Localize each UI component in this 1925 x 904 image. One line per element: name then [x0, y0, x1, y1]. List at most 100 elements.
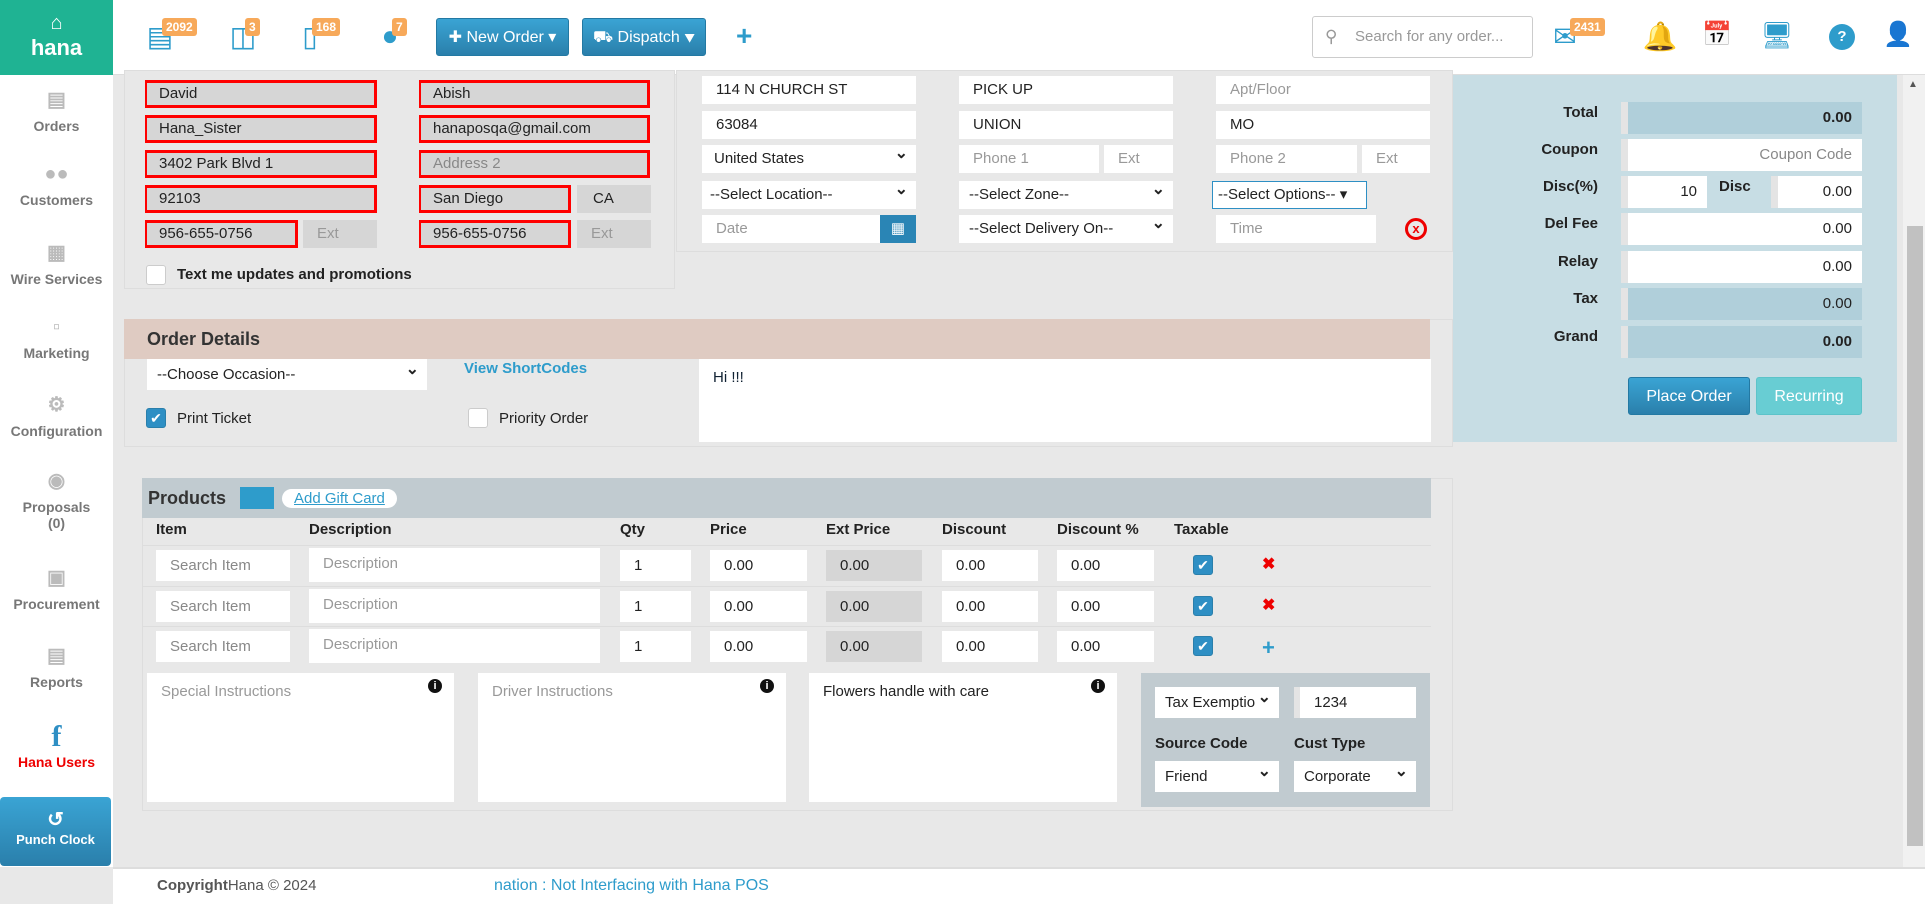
discount-pct-input[interactable]: 0.00 — [1057, 631, 1154, 662]
discount-input[interactable]: 0.00 — [942, 591, 1038, 622]
recurring-button[interactable]: Recurring — [1756, 377, 1862, 415]
add-row-icon[interactable]: + — [1262, 635, 1275, 661]
item-search-input[interactable]: Search Item — [156, 591, 290, 622]
sidebar-item-configuration[interactable]: ⚙ Configuration — [0, 392, 113, 439]
new-order-button[interactable]: ✚ New Order ▾ — [436, 18, 569, 56]
print-ticket-checkbox[interactable]: ✔ — [146, 408, 166, 428]
card-instructions-textarea[interactable]: Flowers handle with care i — [809, 673, 1117, 802]
price-input[interactable]: 0.00 — [710, 550, 807, 581]
scroll-up-icon[interactable]: ▲ — [1908, 79, 1918, 90]
state-field[interactable]: CA — [577, 185, 651, 213]
qty-input[interactable]: 1 — [620, 550, 691, 581]
zone-select[interactable]: --Select Zone-- — [959, 181, 1173, 209]
description-textarea[interactable]: Description — [309, 629, 600, 663]
description-textarea[interactable]: Description — [309, 589, 600, 623]
recipient-zip-field[interactable]: 63084 — [702, 111, 916, 139]
info-icon[interactable]: i — [1091, 679, 1105, 693]
sidebar-item-orders[interactable]: ▤ Orders — [0, 87, 113, 134]
special-instructions-textarea[interactable]: Special Instructions i — [147, 673, 454, 802]
description-textarea[interactable]: Description — [309, 548, 600, 582]
add-button[interactable]: + — [736, 20, 752, 52]
help-icon[interactable]: ? — [1829, 24, 1855, 50]
dispatch-button[interactable]: ⛟ Dispatch ▾ — [582, 18, 706, 56]
card-message-textarea[interactable]: Hi !!! — [699, 359, 1431, 442]
recipient-phone2-field[interactable]: Phone 2 — [1216, 145, 1357, 173]
zip-field[interactable]: 92103 — [145, 185, 377, 213]
location-select[interactable]: --Select Location-- — [702, 181, 916, 209]
qty-input[interactable]: 1 — [620, 631, 691, 662]
view-shortcodes-link[interactable]: View ShortCodes — [464, 360, 587, 377]
address1-field[interactable]: 3402 Park Blvd 1 — [145, 150, 377, 178]
home-logo[interactable]: ⌂ hana — [0, 0, 113, 75]
punch-clock-button[interactable]: ↺ Punch Clock — [0, 797, 111, 866]
scrollbar-thumb[interactable] — [1907, 226, 1923, 846]
info-icon[interactable]: i — [428, 679, 442, 693]
price-input[interactable]: 0.00 — [710, 591, 807, 622]
driver-instructions-textarea[interactable]: Driver Instructions i — [478, 673, 786, 802]
source-code-select[interactable]: Friend — [1155, 761, 1279, 792]
tax-exemption-select[interactable]: Tax Exemptio — [1155, 687, 1279, 718]
relay-input[interactable]: 0.00 — [1621, 251, 1862, 283]
basket-icon[interactable]: ◫ 3 — [223, 18, 263, 56]
disc-pct-input[interactable]: 10 — [1621, 176, 1707, 208]
orders-stack-icon[interactable]: ▤ 2092 — [140, 18, 197, 56]
cust-type-select[interactable]: Corporate — [1294, 761, 1416, 792]
recipient-state-field[interactable]: MO — [1216, 111, 1430, 139]
first-name-field[interactable]: David — [145, 80, 377, 108]
email-field[interactable]: hanaposqa@gmail.com — [419, 115, 650, 143]
occasion-select[interactable]: --Choose Occasion-- — [147, 359, 427, 390]
address2-field[interactable]: Address 2 — [419, 150, 650, 178]
phone2-ext-field[interactable]: Ext — [577, 220, 651, 248]
sidebar-item-procurement[interactable]: ▣ Procurement — [0, 565, 113, 612]
sidebar-item-marketing[interactable]: ▫ Marketing — [0, 316, 113, 361]
sidebar-item-proposals[interactable]: ◉ Proposals (0) — [0, 468, 113, 531]
phone1-ext-field[interactable]: Ext — [303, 220, 377, 248]
priority-order-checkbox[interactable] — [468, 408, 488, 428]
sidebar-item-wire-services[interactable]: ▦ Wire Services — [0, 240, 113, 287]
calendar-icon[interactable]: 📅 — [1697, 20, 1737, 56]
sidebar-item-hana-users[interactable]: f Hana Users — [0, 720, 113, 770]
phone2-field[interactable]: 956-655-0756 — [419, 220, 571, 248]
del-fee-input[interactable]: 0.00 — [1621, 213, 1862, 245]
disc-input[interactable]: 0.00 — [1771, 176, 1862, 208]
chat-icon[interactable]: ● 7 — [370, 18, 410, 56]
search-input[interactable]: ⚲ Search for any order... — [1312, 16, 1533, 58]
coupon-input[interactable]: Coupon Code — [1621, 139, 1862, 171]
city-field[interactable]: San Diego — [419, 185, 571, 213]
text-updates-checkbox[interactable] — [146, 265, 166, 285]
taxable-checkbox[interactable]: ✔ — [1193, 596, 1213, 616]
country-select[interactable]: United States — [702, 145, 916, 173]
tablet-icon[interactable]: ▯ 168 — [290, 18, 341, 56]
company-field[interactable]: Hana_Sister — [145, 115, 377, 143]
remove-row-icon[interactable]: ✖ — [1262, 595, 1275, 615]
tax-exemption-number[interactable]: 1234 — [1294, 687, 1416, 718]
discount-input[interactable]: 0.00 — [942, 631, 1038, 662]
taxable-checkbox[interactable]: ✔ — [1193, 555, 1213, 575]
discount-pct-input[interactable]: 0.00 — [1057, 591, 1154, 622]
calendar-picker-icon[interactable]: ▦ — [880, 215, 916, 243]
discount-pct-input[interactable]: 0.00 — [1057, 550, 1154, 581]
time-field[interactable]: Time — [1216, 215, 1376, 243]
qty-input[interactable]: 1 — [620, 591, 691, 622]
apt-floor-field[interactable]: Apt/Floor — [1216, 76, 1430, 104]
price-input[interactable]: 0.00 — [710, 631, 807, 662]
info-icon[interactable]: i — [760, 679, 774, 693]
mail-icon[interactable]: ✉ 2431 — [1545, 18, 1605, 56]
sidebar-item-customers[interactable]: ●● Customers — [0, 163, 113, 208]
recipient-city-field[interactable]: UNION — [959, 111, 1173, 139]
last-name-field[interactable]: Abish — [419, 80, 650, 108]
recipient-address-field[interactable]: 114 N CHURCH ST — [702, 76, 916, 104]
recipient-phone1-field[interactable]: Phone 1 — [959, 145, 1099, 173]
discount-input[interactable]: 0.00 — [942, 550, 1038, 581]
scrollbar[interactable]: ▲ — [1903, 75, 1925, 867]
bell-icon[interactable]: 🔔 — [1640, 20, 1680, 56]
item-search-input[interactable]: Search Item — [156, 550, 290, 581]
phone1-field[interactable]: 956-655-0756 — [145, 220, 298, 248]
sidebar-item-reports[interactable]: ▤ Reports — [0, 643, 113, 690]
options-dropdown[interactable]: --Select Options-- ▾ — [1212, 181, 1367, 209]
user-icon[interactable]: 👤 — [1878, 20, 1918, 56]
recipient-name-field[interactable]: PICK UP — [959, 76, 1173, 104]
item-search-input[interactable]: Search Item — [156, 631, 290, 662]
clear-time-icon[interactable]: x — [1405, 218, 1427, 240]
place-order-button[interactable]: Place Order — [1628, 377, 1750, 415]
